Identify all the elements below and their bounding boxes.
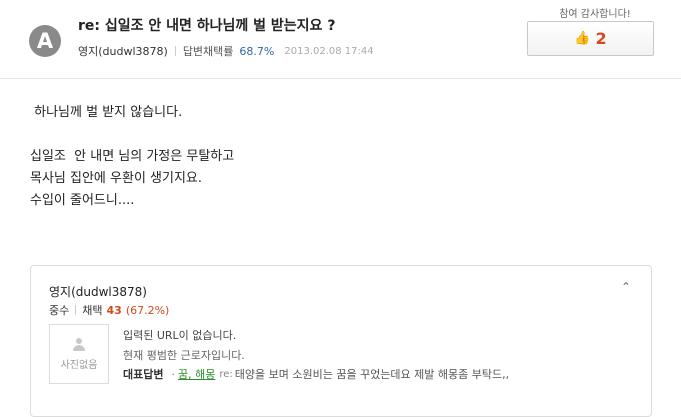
author-profile-card: 영지(dudwl3878) ⌃ 중수 채택 43 (67.2%) 사진없음 입력… [30, 265, 652, 417]
adoption-rate-label: 답변채택률 [182, 45, 234, 58]
rep-answer-label: 대표답변 [123, 368, 164, 381]
like-count: 2 [595, 29, 607, 48]
person-icon [72, 337, 86, 352]
answer-line: 십일조 안 내면 님의 가정은 무탈하고 [30, 149, 235, 164]
rep-answer-prefix: re: [219, 368, 233, 380]
answer-body: 하나님께 벌 받지 않습니다. 십일조 안 내면 님의 가정은 무탈하고 목사님… [30, 102, 234, 212]
page-title: re: 십일조 안 내면 하나님께 벌 받는지요 ? [78, 18, 336, 34]
rep-answer-title[interactable]: 태양을 보며 소원비는 꿈을 꾸었는데요 제발 해몽좀 부탁드,, [235, 366, 509, 382]
profile-photo-placeholder: 사진없음 [49, 324, 109, 384]
photo-placeholder-text: 사진없음 [60, 359, 98, 371]
profile-name[interactable]: 영지(dudwl3878) [49, 283, 147, 300]
answer-line: 수입이 줄어드니.... [30, 193, 135, 208]
rep-answer-tags[interactable]: 꿈, 해몽 [178, 366, 215, 382]
answer-line: 목사님 집안에 우환이 생기지요. [30, 171, 203, 186]
representative-answer: 대표답변 · 꿈, 해몽 re: 태양을 보며 소원비는 꿈을 꾸었는데요 제발… [123, 366, 509, 382]
thumbs-up-icon: 👍 [574, 31, 591, 46]
bullet: · [171, 367, 175, 381]
author-link[interactable]: 영지(dudwl3878) [78, 43, 168, 59]
profile-status: 현재 평범한 근로자입니다. [123, 349, 245, 362]
profile-url: 입력된 URL이 없습니다. [123, 329, 237, 342]
question-header: A re: 십일조 안 내면 하나님께 벌 받는지요 ? 영지(dudwl387… [0, 0, 681, 79]
author-info: 영지(dudwl3878) 답변채택률 68.7% 2013.02.08 17:… [78, 43, 374, 59]
chevron-up-icon[interactable]: ⌃ [621, 280, 631, 294]
adopt-rate: (67.2%) [125, 303, 170, 317]
adopt-count: 43 [106, 303, 122, 317]
thanks-label: 참여 감사합니다! [559, 9, 631, 20]
like-button[interactable]: 👍 2 [527, 21, 654, 56]
profile-grade: 중수 [49, 304, 70, 317]
adoption-rate-value: 68.7% [239, 44, 275, 58]
divider [174, 46, 176, 56]
divider [75, 305, 77, 315]
answer-line: 하나님께 벌 받지 않습니다. [30, 105, 183, 120]
profile-stats: 중수 채택 43 (67.2%) [49, 302, 169, 318]
adopt-label: 채택 [82, 304, 103, 317]
post-date: 2013.02.08 17:44 [284, 45, 374, 57]
avatar: A [29, 25, 61, 57]
